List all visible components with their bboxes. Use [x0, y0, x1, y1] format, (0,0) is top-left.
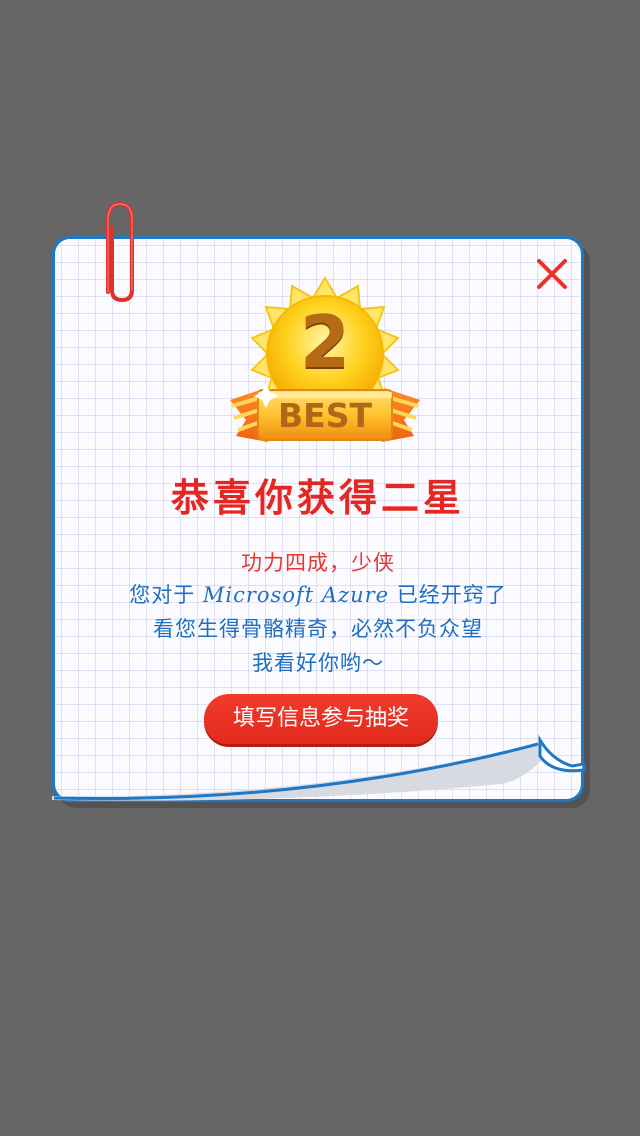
badge-label: BEST [278, 396, 372, 435]
close-icon[interactable] [530, 252, 574, 296]
message-line-3: 看您生得骨骼精奇，必然不负众望 [153, 617, 483, 641]
badge-number: 2 [299, 300, 351, 384]
paperclip-icon [106, 201, 134, 303]
product-name: Microsoft Azure [202, 583, 390, 607]
message-line-1: 功力四成，少侠 [241, 551, 395, 575]
message-line-4: 我看好你哟～ [252, 651, 384, 675]
screen: 2 BEST 恭喜你获得二星 功力四成，少侠 您对于 Microsoft Azu… [0, 0, 640, 1136]
message-line-2-suffix: 已经开窍了 [389, 583, 507, 607]
star-badge-icon: 2 BEST [222, 272, 428, 462]
message-line-2-prefix: 您对于 [129, 583, 203, 607]
dialog-title: 恭喜你获得二星 [170, 475, 465, 520]
fill-info-lottery-button[interactable]: 填写信息参与抽奖 [204, 694, 438, 744]
message-line-2: 您对于 Microsoft Azure 已经开窍了 [52, 580, 584, 610]
